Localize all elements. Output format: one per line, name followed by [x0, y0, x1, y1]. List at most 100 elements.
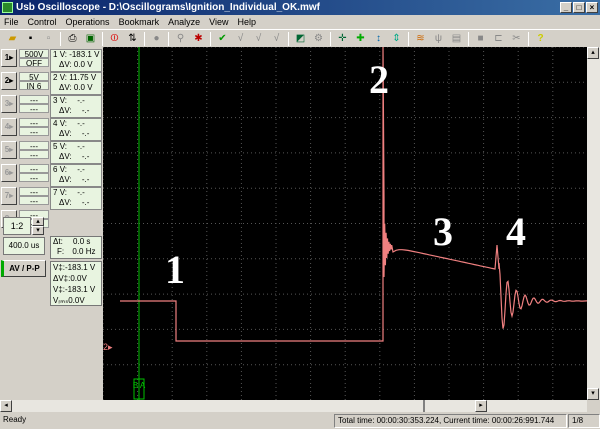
- cursor-tag-label: B A: [133, 381, 146, 390]
- channel-4-button[interactable]: 4▸: [1, 118, 17, 136]
- channel-2-measure: 2 V: 11.75 V ΔV: 0.0 V: [50, 72, 102, 95]
- menu-bar: File Control Operations Bookmark Analyze…: [0, 15, 600, 29]
- close-button[interactable]: ×: [586, 2, 598, 13]
- channel-3-button[interactable]: 3▸: [1, 95, 17, 113]
- color-icon[interactable]: ◩: [294, 32, 307, 45]
- trigger-icon[interactable]: ⇅: [126, 32, 139, 45]
- timebase[interactable]: 400.0 us: [3, 237, 45, 255]
- channel-1-button[interactable]: 1▸: [1, 49, 17, 67]
- channel-6-button[interactable]: 6▸: [1, 164, 17, 182]
- channel-4-range[interactable]: ---: [19, 118, 49, 128]
- menu-operations[interactable]: Operations: [66, 15, 110, 29]
- channel-7-button[interactable]: 7▸: [1, 187, 17, 205]
- screenshot-icon[interactable]: ▣: [84, 32, 97, 45]
- status-bar: Ready Total time: 00:00:30:353.224, Curr…: [0, 413, 600, 429]
- help-icon[interactable]: ?: [534, 32, 547, 45]
- channel-panel: 1▸ 500V OFF 1 V: -183.1 V ΔV: 0.0 V 2▸ 5V…: [0, 47, 103, 400]
- scroll-down-button[interactable]: ▾: [587, 388, 599, 400]
- scroll-right-button[interactable]: ▸: [475, 400, 487, 412]
- scroll-left-button[interactable]: ◂: [0, 400, 12, 412]
- cursor-measure: V‡:-183.1 V ΔV‡:0.0V V‡:-183.1 V Vᵣₘₛ0.0…: [50, 261, 102, 306]
- separator: [408, 31, 409, 46]
- maximize-button[interactable]: □: [573, 2, 585, 13]
- zoom-up-button[interactable]: ▴: [32, 217, 44, 226]
- channel-2-marker: 2▸: [103, 342, 113, 352]
- save-icon[interactable]: ▪: [24, 32, 37, 45]
- channel-5-button[interactable]: 5▸: [1, 141, 17, 159]
- oscilloscope-plot[interactable]: B A 2▸ 1 2 3 4: [102, 46, 587, 400]
- channel-5-coupling[interactable]: ---: [19, 150, 49, 160]
- status-page: 1/8: [568, 414, 600, 428]
- channel-1-range[interactable]: 500V: [19, 49, 49, 59]
- zoom-ratio[interactable]: 1:2: [3, 217, 31, 235]
- separator: [168, 31, 169, 46]
- menu-bookmark[interactable]: Bookmark: [119, 15, 160, 29]
- separator: [330, 31, 331, 46]
- channel-3-range[interactable]: ---: [19, 95, 49, 105]
- separator: [288, 31, 289, 46]
- cursor-horizontal-icon[interactable]: ⇕: [390, 32, 403, 45]
- bracket-icon[interactable]: ⊏: [492, 32, 505, 45]
- channel-4-coupling[interactable]: ---: [19, 127, 49, 137]
- settings-icon[interactable]: ⚙: [312, 32, 325, 45]
- menu-file[interactable]: File: [4, 15, 19, 29]
- separator: [210, 31, 211, 46]
- menu-help[interactable]: Help: [237, 15, 256, 29]
- vertical-scrollbar[interactable]: ▴ ▾: [587, 47, 600, 400]
- channel-2-coupling[interactable]: IN 6: [19, 81, 49, 91]
- stop-icon[interactable]: ⏼: [108, 32, 121, 45]
- check-icon[interactable]: ✔: [216, 32, 229, 45]
- save-as-icon[interactable]: ▫: [42, 32, 55, 45]
- channel-4-measure: 4 V: -.- ΔV: -.-: [50, 118, 102, 141]
- channel-6-measure: 6 V: -.- ΔV: -.-: [50, 164, 102, 187]
- separator: [144, 31, 145, 46]
- annotation-2: 2: [369, 57, 389, 102]
- math-icon[interactable]: ≋: [414, 32, 427, 45]
- channel-6-coupling[interactable]: ---: [19, 173, 49, 183]
- annotation-4: 4: [506, 209, 526, 254]
- av-pp-button[interactable]: AV / P-P: [1, 260, 46, 277]
- fill-icon[interactable]: ■: [474, 32, 487, 45]
- channel-7-range[interactable]: ---: [19, 187, 49, 197]
- menu-control[interactable]: Control: [28, 15, 57, 29]
- channel-3-coupling[interactable]: ---: [19, 104, 49, 114]
- channel-1-trace: [120, 46, 587, 342]
- check-v1-icon[interactable]: √: [234, 32, 247, 45]
- channel-7-coupling[interactable]: ---: [19, 196, 49, 206]
- open-icon[interactable]: ▰: [6, 32, 19, 45]
- channel-5-measure: 5 V: -.- ΔV: -.-: [50, 141, 102, 164]
- probe-icon[interactable]: ⚲: [174, 32, 187, 45]
- scale-icon[interactable]: ▤: [450, 32, 463, 45]
- cursor-vertical-icon[interactable]: ↕: [372, 32, 385, 45]
- channel-5-range[interactable]: ---: [19, 141, 49, 151]
- zoom-down-button[interactable]: ▾: [32, 226, 44, 235]
- minimize-button[interactable]: _: [560, 2, 572, 13]
- status-times: Total time: 00:00:30:353.224, Current ti…: [334, 414, 567, 428]
- record-icon[interactable]: ●: [150, 32, 163, 45]
- channel-6-range[interactable]: ---: [19, 164, 49, 174]
- plot-svg: B A 2▸ 1 2 3 4: [102, 46, 587, 400]
- horizontal-scrollbar[interactable]: ◂ ▸: [0, 400, 587, 412]
- filter-icon[interactable]: ψ: [432, 32, 445, 45]
- cursor-icon[interactable]: ✛: [336, 32, 349, 45]
- scroll-thumb[interactable]: [423, 400, 425, 412]
- menu-view[interactable]: View: [209, 15, 228, 29]
- print-icon[interactable]: ⎙: [66, 32, 79, 45]
- check-v2-icon[interactable]: √: [252, 32, 265, 45]
- menu-analyze[interactable]: Analyze: [168, 15, 200, 29]
- separator: [102, 31, 103, 46]
- channel-2-range[interactable]: 5V: [19, 72, 49, 82]
- channel-1-coupling[interactable]: OFF: [19, 58, 49, 68]
- check-v3-icon[interactable]: √: [270, 32, 283, 45]
- app-icon: [2, 2, 13, 13]
- annotation-3: 3: [433, 209, 453, 254]
- separator: [468, 31, 469, 46]
- cut-icon[interactable]: ✂: [510, 32, 523, 45]
- annotation-1: 1: [165, 247, 185, 292]
- channel-7-measure: 7 V: -.- ΔV: -.-: [50, 187, 102, 210]
- cursor-move-icon[interactable]: ✚: [354, 32, 367, 45]
- channel-2-button[interactable]: 2▸: [1, 72, 17, 90]
- separator: [60, 31, 61, 46]
- run-icon[interactable]: ✱: [192, 32, 205, 45]
- scroll-up-button[interactable]: ▴: [587, 47, 599, 59]
